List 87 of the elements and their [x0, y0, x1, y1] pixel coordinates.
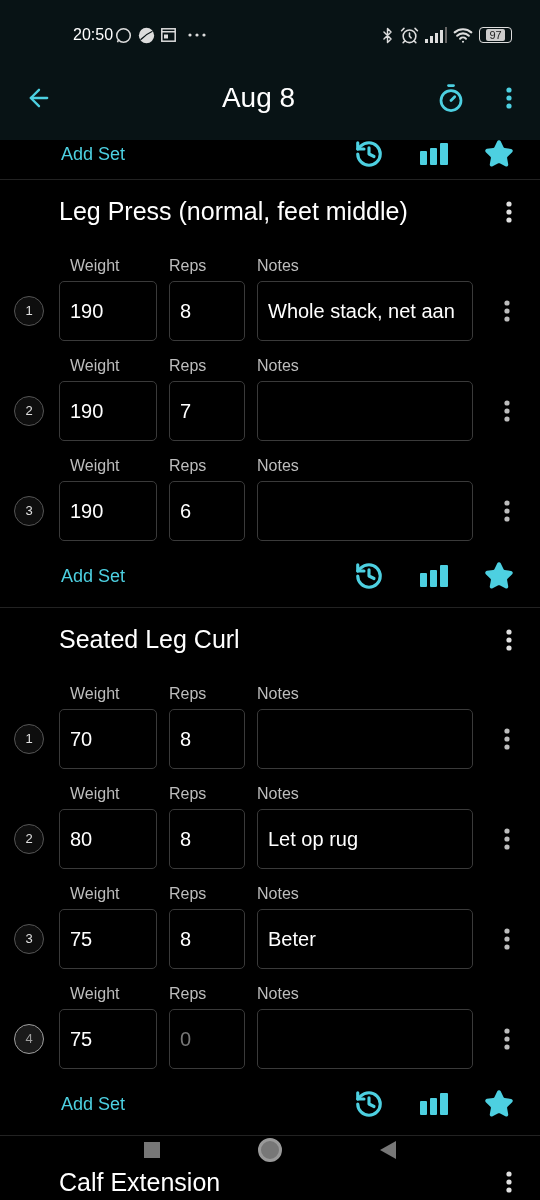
- weight-label: Weight: [70, 456, 121, 476]
- more-options-icon[interactable]: [504, 500, 510, 522]
- bar-chart-icon[interactable]: [420, 1093, 448, 1115]
- weight-field[interactable]: 70: [59, 709, 157, 769]
- more-options-icon[interactable]: [504, 400, 510, 422]
- home-button[interactable]: [258, 1138, 282, 1162]
- reps-label: Reps: [169, 356, 208, 376]
- calendar-icon: [161, 28, 177, 42]
- star-icon[interactable]: [484, 140, 514, 169]
- notes-label: Notes: [257, 984, 299, 1004]
- more-options-icon[interactable]: [506, 201, 512, 223]
- more-options-icon[interactable]: [506, 1171, 512, 1193]
- reps-label: Reps: [169, 884, 208, 904]
- more-options-icon[interactable]: [504, 300, 510, 322]
- weight-label: Weight: [70, 884, 121, 904]
- more-options-icon[interactable]: [504, 728, 510, 750]
- history-icon[interactable]: [354, 1089, 384, 1119]
- add-set-button[interactable]: Add Set: [61, 1090, 126, 1118]
- chat-icon: [115, 26, 133, 44]
- reps-field[interactable]: 8: [169, 809, 245, 869]
- bar-chart-icon[interactable]: [420, 565, 448, 587]
- globe-icon: [138, 26, 156, 44]
- notes-field[interactable]: [257, 709, 473, 769]
- notes-field[interactable]: Beter: [257, 909, 473, 969]
- wifi-icon: [453, 25, 473, 45]
- notes-field[interactable]: [257, 481, 473, 541]
- notes-field[interactable]: Whole stack, net aan: [257, 281, 473, 341]
- weight-field[interactable]: 75: [59, 909, 157, 969]
- weight-label: Weight: [70, 256, 121, 276]
- notes-field[interactable]: Let op rug: [257, 809, 473, 869]
- weight-label: Weight: [70, 356, 121, 376]
- weight-label: Weight: [70, 984, 121, 1004]
- weight-field[interactable]: 75: [59, 1009, 157, 1069]
- reps-field[interactable]: 0: [169, 1009, 245, 1069]
- set-number: 2: [14, 396, 44, 426]
- notes-label: Notes: [257, 356, 299, 376]
- notes-field[interactable]: [257, 1009, 473, 1069]
- weight-field[interactable]: 190: [59, 281, 157, 341]
- star-icon[interactable]: [484, 1089, 514, 1119]
- reps-label: Reps: [169, 256, 208, 276]
- status-time: 20:50: [73, 25, 114, 45]
- notes-field[interactable]: [257, 381, 473, 441]
- notes-label: Notes: [257, 884, 299, 904]
- history-icon[interactable]: [354, 561, 384, 591]
- more-options-icon[interactable]: [506, 87, 512, 109]
- notes-label: Notes: [257, 684, 299, 704]
- weight-field[interactable]: 80: [59, 809, 157, 869]
- back-button[interactable]: [380, 1141, 396, 1159]
- set-number: 4: [14, 1024, 44, 1054]
- star-icon[interactable]: [484, 561, 514, 591]
- reps-field[interactable]: 8: [169, 709, 245, 769]
- set-number: 1: [14, 296, 44, 326]
- notes-label: Notes: [257, 456, 299, 476]
- reps-field[interactable]: 8: [169, 909, 245, 969]
- reps-label: Reps: [169, 984, 208, 1004]
- reps-field[interactable]: 7: [169, 381, 245, 441]
- add-set-button[interactable]: Add Set: [61, 140, 126, 168]
- set-number: 1: [14, 724, 44, 754]
- battery-indicator: 97: [479, 27, 512, 43]
- weight-label: Weight: [70, 684, 121, 704]
- weight-field[interactable]: 190: [59, 481, 157, 541]
- set-number: 3: [14, 924, 44, 954]
- reps-field[interactable]: 6: [169, 481, 245, 541]
- more-options-icon[interactable]: [506, 629, 512, 651]
- notes-label: Notes: [257, 784, 299, 804]
- more-options-icon[interactable]: [504, 1028, 510, 1050]
- notes-label: Notes: [257, 256, 299, 276]
- history-icon[interactable]: [354, 140, 384, 169]
- reps-label: Reps: [169, 684, 208, 704]
- reps-label: Reps: [169, 784, 208, 804]
- more-notifications-icon: [188, 33, 207, 37]
- more-options-icon[interactable]: [504, 928, 510, 950]
- weight-label: Weight: [70, 784, 121, 804]
- reps-label: Reps: [169, 456, 208, 476]
- reps-field[interactable]: 8: [169, 281, 245, 341]
- alarm-icon: [400, 25, 419, 45]
- exercise-title: Leg Press (normal, feet middle): [59, 196, 408, 228]
- more-options-icon[interactable]: [504, 828, 510, 850]
- exercise-title: Calf Extension: [59, 1167, 221, 1197]
- add-set-button[interactable]: Add Set: [61, 562, 126, 590]
- exercise-title: Seated Leg Curl: [59, 624, 240, 656]
- set-number: 2: [14, 824, 44, 854]
- weight-field[interactable]: 190: [59, 381, 157, 441]
- page-title: Aug 8: [221, 81, 296, 115]
- signal-icon: [425, 27, 447, 43]
- set-number: 3: [14, 496, 44, 526]
- bar-chart-icon[interactable]: [420, 143, 448, 165]
